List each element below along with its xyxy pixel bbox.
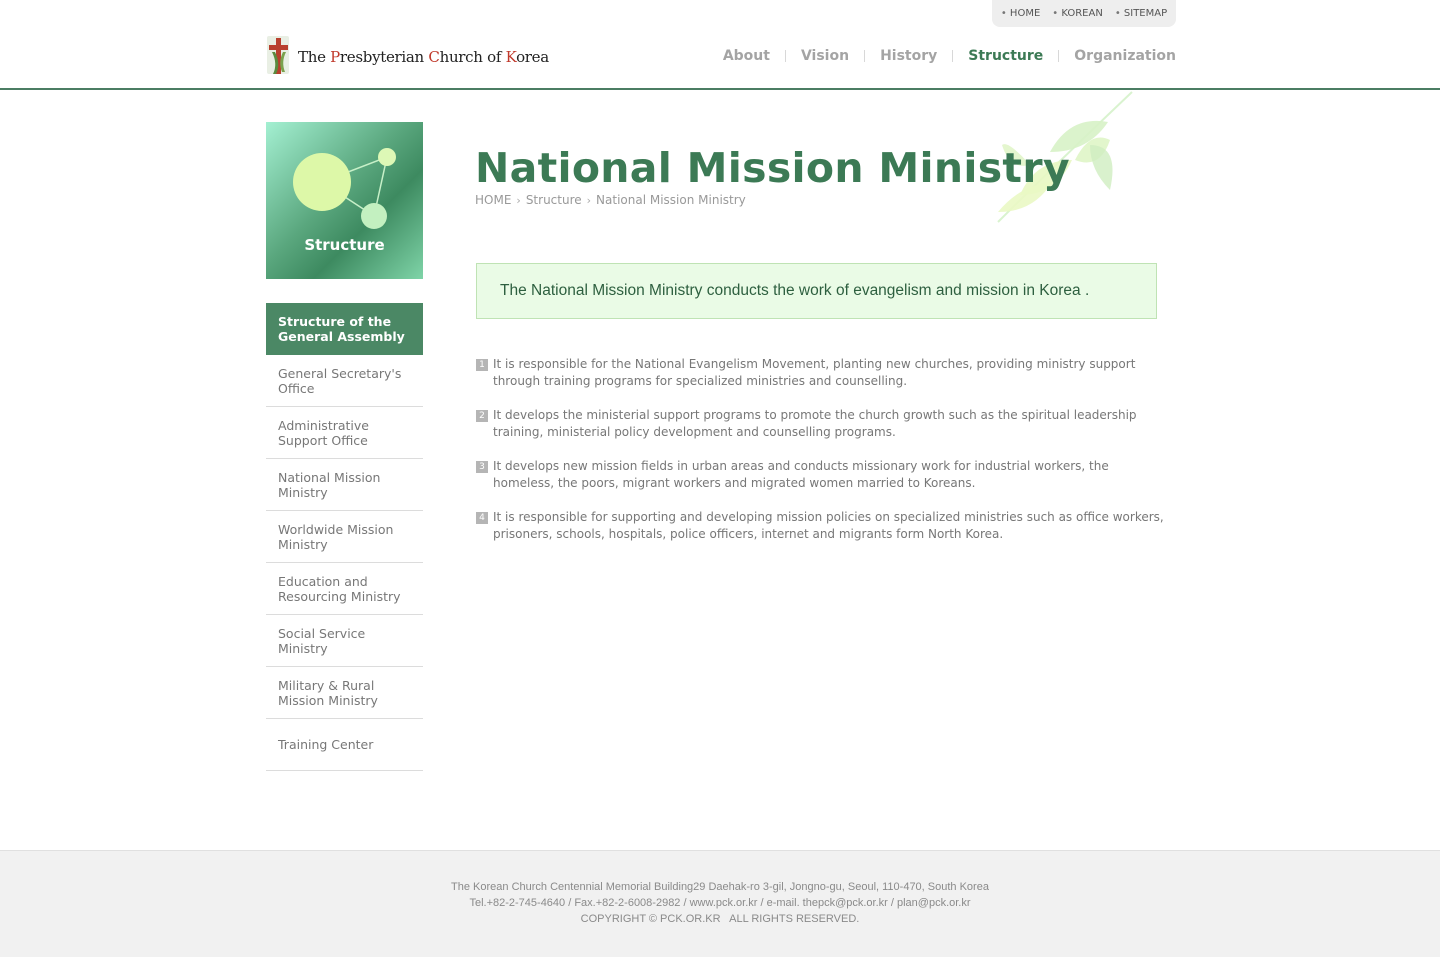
logo-text-part: hurch of (439, 48, 506, 66)
list-number-badge: 4 (476, 512, 488, 524)
chevron-right-icon: › (516, 193, 521, 207)
side-menu-label: Worldwide Mission Ministry (278, 521, 394, 552)
page-title: National Mission Ministry (475, 144, 1070, 192)
footer-contact: Tel.+82-2-745-4640 / Fax.+82-2-6008-2982… (469, 897, 971, 909)
nav-item-vision[interactable]: Vision (786, 48, 864, 64)
logo-text-part: The (298, 48, 331, 66)
header-divider (0, 88, 1440, 90)
logo-text-part: orea (516, 48, 549, 66)
breadcrumb-structure[interactable]: Structure (526, 193, 582, 207)
side-menu-item[interactable]: General Secretary's Office (266, 355, 423, 407)
list-item: 1 It is responsible for the National Evan… (476, 356, 1166, 390)
list-number-badge: 2 (476, 410, 488, 422)
side-menu-label: Structure of the General Assembly (278, 313, 405, 344)
util-korean-link[interactable]: KOREAN (1052, 8, 1102, 19)
chevron-right-icon: › (586, 193, 592, 207)
side-menu-item[interactable]: Training Center (266, 719, 423, 771)
nav-item-organization[interactable]: Organization (1059, 48, 1176, 64)
section-visual: Structure (266, 122, 423, 279)
summary-box: The National Mission Ministry conducts t… (476, 263, 1157, 319)
logo-text-part: P (330, 48, 340, 66)
side-menu-label: Military & Rural Mission Ministry (278, 677, 378, 708)
footer: The Korean Church Centennial Memorial Bu… (0, 850, 1440, 957)
util-home-link[interactable]: HOME (1001, 8, 1040, 19)
nav-item-about[interactable]: About (708, 48, 785, 64)
side-menu-label: Training Center (278, 737, 374, 752)
logo-text-part: K (505, 48, 517, 66)
logo-text-part: C (428, 48, 440, 66)
side-menu-label: National Mission Ministry (278, 469, 381, 500)
list-item: 3 It develops new mission fields in urban… (476, 458, 1166, 492)
side-menu-item[interactable]: National Mission Ministry (266, 459, 423, 511)
breadcrumb-current: National Mission Ministry (596, 193, 746, 207)
side-menu-label: Social Service Ministry (278, 625, 366, 656)
side-menu-label: Education and Resourcing Ministry (278, 573, 401, 604)
footer-copyright: COPYRIGHT © PCK.OR.KR ALL RIGHTS RESERVE… (580, 913, 860, 925)
cross-logo-icon (264, 34, 292, 80)
network-graphic-icon (293, 148, 396, 229)
breadcrumb: HOME › Structure › National Mission Mini… (475, 193, 746, 207)
util-sitemap-link[interactable]: SITEMAP (1115, 8, 1167, 19)
list-item: 4 It is responsible for supporting and de… (476, 509, 1166, 543)
list-number-badge: 1 (476, 359, 488, 371)
breadcrumb-home[interactable]: HOME (475, 193, 511, 207)
summary-text: The National Mission Ministry conducts t… (500, 282, 1090, 299)
side-menu-item[interactable]: Education and Resourcing Ministry (266, 563, 423, 615)
list-item-text: It develops the ministerial support prog… (493, 408, 1137, 439)
logo-text: The Presbyterian Church of Korea (298, 48, 549, 66)
site-logo[interactable]: The Presbyterian Church of Korea (264, 36, 549, 78)
list-item: 2 It develops the ministerial support pro… (476, 407, 1166, 441)
side-menu-item[interactable]: Administrative Support Office (266, 407, 423, 459)
side-menu-item[interactable]: Structure of the General Assembly (266, 303, 423, 355)
side-menu-item[interactable]: Social Service Ministry (266, 615, 423, 667)
list-number-badge: 3 (476, 461, 488, 473)
side-menu-label: General Secretary's Office (278, 365, 402, 396)
section-visual-title: Structure (304, 236, 385, 254)
list-item-text: It is responsible for supporting and dev… (493, 510, 1164, 541)
side-menu-label: Administrative Support Office (278, 417, 369, 448)
utility-nav: HOME KOREAN SITEMAP (992, 0, 1176, 27)
nav-item-history[interactable]: History (865, 48, 952, 64)
side-menu: Structure of the General Assembly General… (266, 303, 423, 771)
list-item-text: It develops new mission fields in urban … (493, 459, 1109, 490)
responsibility-list: 1 It is responsible for the National Evan… (476, 356, 1166, 560)
footer-address: The Korean Church Centennial Memorial Bu… (451, 881, 989, 893)
main-nav: About Vision History Structure Organization (708, 48, 1176, 64)
list-item-text: It is responsible for the National Evang… (493, 357, 1136, 388)
side-menu-item[interactable]: Military & Rural Mission Ministry (266, 667, 423, 719)
nav-item-structure[interactable]: Structure (953, 48, 1058, 64)
logo-text-part: resbyterian (339, 48, 429, 66)
side-menu-item[interactable]: Worldwide Mission Ministry (266, 511, 423, 563)
